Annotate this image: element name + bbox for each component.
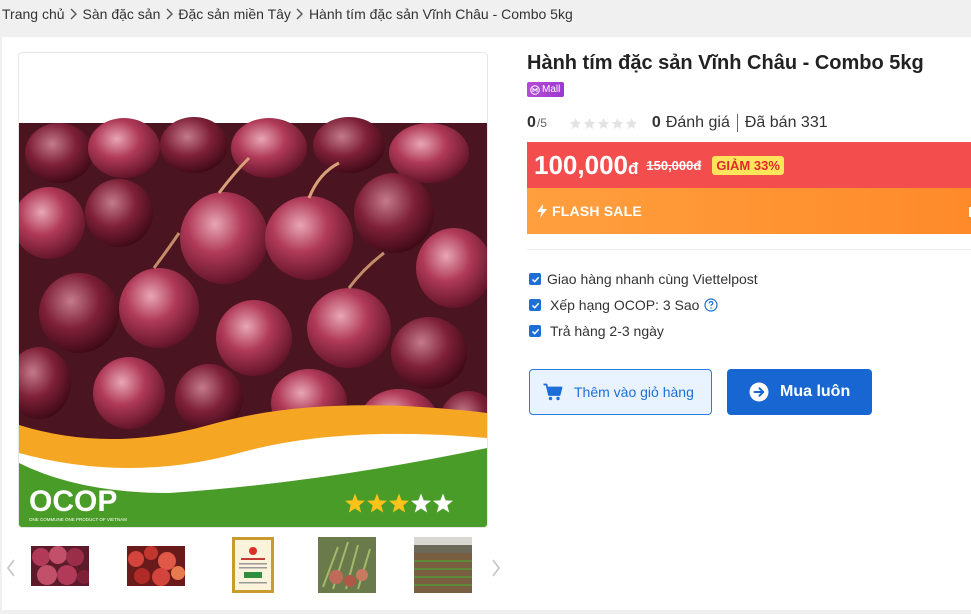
thumbnail-certificate[interactable]	[229, 537, 287, 595]
feature-label: Giao hàng nhanh cùng Viettelpost	[547, 271, 758, 287]
star-icon	[611, 117, 624, 129]
star-icon	[625, 117, 638, 129]
flash-sale-label: FLASH SALE	[552, 203, 642, 219]
star-icon	[583, 117, 596, 129]
add-to-cart-label: Thêm vào giỏ hàng	[574, 384, 694, 400]
breadcrumb-specialty-market[interactable]: Sàn đặc sản	[83, 6, 161, 22]
rating-label[interactable]: Đánh giá	[666, 114, 730, 132]
original-price: 150,000đ	[646, 157, 702, 173]
feature-ocop-rating: Xếp hạng OCOP: 3 Sao	[529, 296, 719, 314]
field-thumbnail	[414, 537, 472, 595]
mall-badge-label: Mall	[542, 84, 561, 95]
red-onions-thumbnail	[127, 537, 185, 595]
question-circle-icon[interactable]	[704, 298, 719, 312]
thumbnail-shallots[interactable]	[31, 537, 89, 595]
buy-now-button[interactable]: Mua luôn	[727, 369, 872, 415]
thumbnail-strip	[2, 537, 502, 599]
check-icon	[529, 299, 541, 311]
cart-icon	[543, 383, 563, 401]
divider	[527, 249, 971, 250]
flash-sale-bar: FLASH SALE	[527, 188, 971, 234]
harvest-thumbnail	[318, 537, 376, 595]
breadcrumb-mekong-specialties[interactable]: Đặc sản miền Tây	[178, 6, 291, 22]
current-price: 100,000đ	[534, 150, 638, 181]
product-main-image[interactable]: OCOP ONE COMMUNE ONE PRODUCT OF VIETNAM	[18, 52, 488, 528]
feature-return-policy: Trả hàng 2-3 ngày	[529, 322, 664, 340]
chevron-right-icon	[160, 8, 178, 20]
breadcrumb-home[interactable]: Trang chủ	[2, 6, 65, 22]
rating-score: 0	[527, 114, 536, 131]
rating-scale: /5	[536, 116, 547, 130]
sold-count: Đã bán 331	[744, 114, 828, 131]
feature-delivery: Giao hàng nhanh cùng Viettelpost	[529, 270, 758, 288]
product-title: Hành tím đặc sản Vĩnh Châu - Combo 5kg	[527, 52, 924, 74]
thumbnail-field[interactable]	[414, 537, 472, 595]
shallots-photo: OCOP ONE COMMUNE ONE PRODUCT OF VIETNAM	[19, 53, 487, 527]
currency-symbol: đ	[627, 158, 639, 178]
rating-stars	[569, 117, 638, 130]
check-icon	[529, 325, 541, 337]
breadcrumb: Trang chủ Sàn đặc sản Đặc sản miền Tây H…	[0, 0, 573, 28]
star-icon	[597, 117, 610, 129]
add-to-cart-button[interactable]: Thêm vào giỏ hàng	[529, 369, 712, 415]
price-bar: 100,000đ 150,000đ GIẢM 33%	[527, 142, 971, 188]
chevron-left-icon[interactable]	[4, 557, 18, 579]
chevron-right-icon[interactable]	[489, 557, 503, 579]
thumbnail-harvest[interactable]	[318, 537, 376, 595]
star-icon	[569, 117, 582, 129]
product-card: OCOP ONE COMMUNE ONE PRODUCT OF VIETNAM	[2, 37, 971, 610]
current-price-value: 100,000	[534, 149, 628, 180]
thumbnail-red-onions[interactable]	[127, 537, 185, 595]
rating-row: 0 /5 0 Đánh giá Đã bán 331	[527, 113, 828, 133]
ocop-logo: OCOP	[29, 485, 117, 518]
discount-badge: GIẢM 33%	[712, 155, 784, 175]
rating-count[interactable]: 0	[652, 114, 661, 132]
mall-badge: Mall	[527, 82, 565, 97]
chevron-right-icon	[65, 8, 83, 20]
feature-label: Xếp hạng OCOP: 3 Sao	[550, 297, 700, 313]
certificate-thumbnail	[229, 537, 287, 595]
feature-label: Trả hàng 2-3 ngày	[550, 323, 664, 339]
lightning-icon	[537, 204, 547, 218]
shallots-thumbnail	[31, 537, 89, 595]
ocop-tagline: ONE COMMUNE ONE PRODUCT OF VIETNAM	[29, 517, 127, 522]
buy-now-label: Mua luôn	[780, 383, 851, 400]
mall-icon	[530, 84, 540, 95]
check-icon	[529, 273, 541, 285]
arrow-right-circle-icon	[749, 382, 769, 402]
divider	[736, 114, 738, 132]
breadcrumb-current-product: Hành tím đặc sản Vĩnh Châu - Combo 5kg	[308, 6, 573, 22]
chevron-right-icon	[291, 8, 309, 20]
